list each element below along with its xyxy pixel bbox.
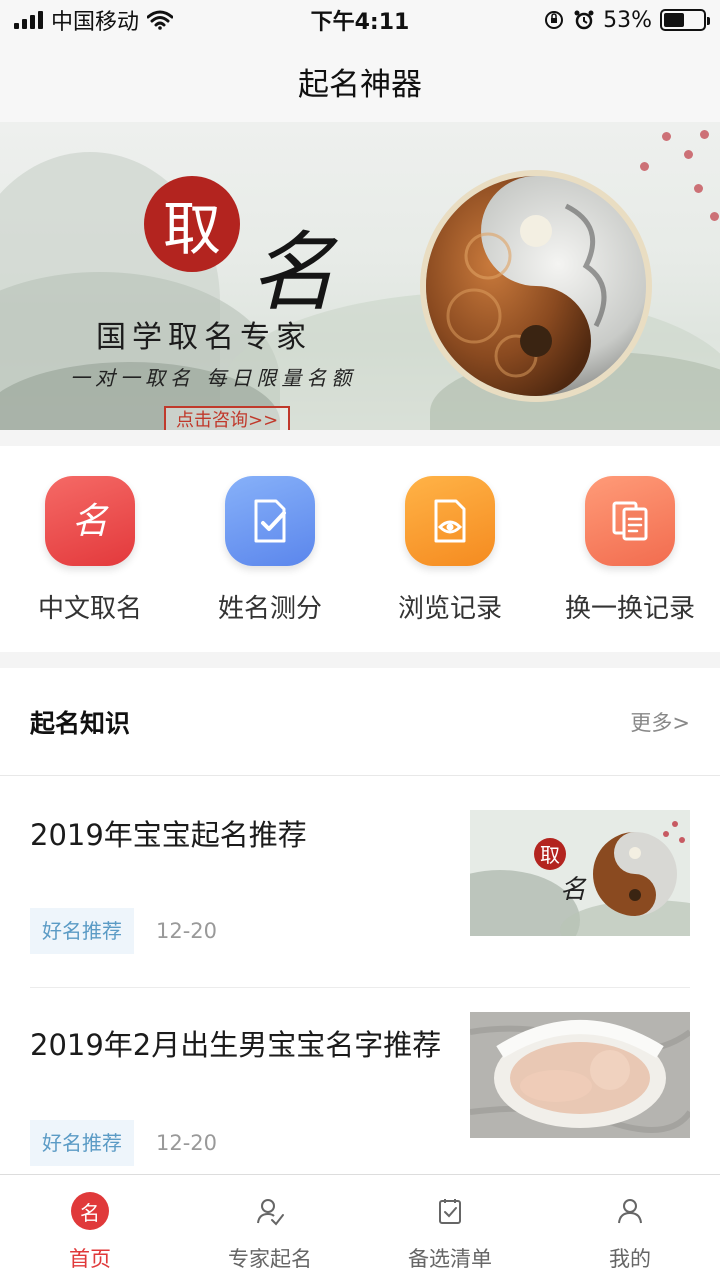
banner-subtitle: 一对一取名 每日限量名额 — [70, 366, 357, 390]
navigation-bar: 起名神器 — [0, 40, 720, 122]
quick-menu-label: 换一换记录 — [564, 594, 695, 624]
document-eye-icon — [405, 476, 495, 566]
promo-banner[interactable]: 取 名 国学取名专家 一对一取名 每日限量名额 点击咨询>> — [0, 122, 720, 430]
quick-menu-label: 姓名测分 — [217, 594, 322, 624]
blossom-decoration — [700, 130, 709, 139]
battery-percent: 53% — [603, 7, 652, 33]
home-icon: 名 — [70, 1191, 110, 1231]
status-left: 中国移动 — [14, 4, 174, 36]
naming-knowledge-section: 起名知识 更多> 2019年宝宝起名推荐 好名推荐 12-20 取 名 2019… — [0, 668, 720, 1174]
article-item[interactable]: 2019年2月出生男宝宝名字推荐 好名推荐 12-20 — [30, 988, 690, 1200]
section-header: 起名知识 更多> — [0, 668, 720, 776]
svg-text:名: 名 — [72, 501, 109, 542]
article-date: 12-20 — [156, 1131, 218, 1155]
article-title: 2019年宝宝起名推荐 — [30, 818, 307, 852]
carrier-label: 中国移动 — [51, 10, 140, 35]
page-title: 起名神器 — [298, 66, 422, 103]
tab-label: 我的 — [609, 1247, 651, 1271]
tab-shortlist[interactable]: 备选清单 — [360, 1175, 540, 1280]
consult-button[interactable]: 点击咨询>> — [164, 406, 291, 430]
banner-title: 国学取名专家 — [96, 320, 312, 355]
quick-menu-label: 浏览记录 — [397, 594, 502, 624]
blossom-decoration — [662, 132, 671, 141]
status-bar: 中国移动 下午4:11 53% — [0, 0, 720, 40]
tab-home[interactable]: 名 首页 — [0, 1175, 180, 1280]
name-seal-icon: 名 — [45, 476, 135, 566]
user-icon — [610, 1191, 650, 1231]
article-thumbnail — [470, 1012, 690, 1138]
article-tag: 好名推荐 — [30, 908, 134, 954]
blossom-decoration — [694, 184, 703, 193]
quick-menu-label: 中文取名 — [37, 594, 142, 624]
battery-fill — [664, 13, 685, 27]
alarm-icon — [574, 10, 594, 30]
copy-documents-icon — [585, 476, 675, 566]
quick-menu: 名 中文取名 姓名测分 浏览记录 换一换记录 — [0, 446, 720, 652]
status-right: 53% — [543, 7, 710, 33]
home-badge: 名 — [71, 1192, 109, 1230]
blossom-decoration — [684, 150, 693, 159]
tab-label: 备选清单 — [408, 1247, 492, 1271]
quick-menu-swap-history[interactable]: 换一换记录 — [540, 446, 720, 652]
blossom-decoration — [710, 212, 719, 221]
tab-label: 首页 — [69, 1247, 111, 1271]
tab-mine[interactable]: 我的 — [540, 1175, 720, 1280]
banner-seal: 取 — [144, 176, 240, 272]
quick-menu-name-score[interactable]: 姓名测分 — [180, 446, 360, 652]
document-check-icon — [225, 476, 315, 566]
article-date: 12-20 — [156, 919, 218, 943]
expert-icon — [250, 1191, 290, 1231]
battery-icon — [660, 9, 710, 31]
article-thumbnail: 取 名 — [470, 810, 690, 936]
wifi-icon — [147, 10, 174, 30]
tab-bar: 名 首页 专家起名 备选清单 我的 — [0, 1174, 720, 1280]
quick-menu-chinese-naming[interactable]: 名 中文取名 — [0, 446, 180, 652]
thumb-seal-text: 取 — [540, 843, 560, 867]
taiji-icon — [420, 170, 652, 402]
quick-menu-browse-history[interactable]: 浏览记录 — [360, 446, 540, 652]
article-item[interactable]: 2019年宝宝起名推荐 好名推荐 12-20 取 名 — [30, 776, 690, 988]
app-root: 中国移动 下午4:11 53% 起名神器 取 名 国学取名专家 一对一取名 每日… — [0, 0, 720, 1280]
orientation-lock-icon — [545, 11, 564, 29]
checklist-icon — [430, 1191, 470, 1231]
thumb-calligraphy-text: 名 — [560, 875, 587, 905]
banner-calligraphy: 名 — [250, 223, 336, 323]
section-title: 起名知识 — [30, 708, 131, 738]
signal-icon — [14, 11, 43, 29]
tab-label: 专家起名 — [228, 1247, 312, 1271]
more-link[interactable]: 更多> — [630, 707, 690, 737]
article-title: 2019年2月出生男宝宝名字推荐 — [30, 1028, 442, 1062]
article-tag: 好名推荐 — [30, 1120, 134, 1166]
tab-expert-naming[interactable]: 专家起名 — [180, 1175, 360, 1280]
banner-text-block: 取 名 国学取名专家 一对一取名 每日限量名额 点击咨询>> — [60, 162, 420, 430]
